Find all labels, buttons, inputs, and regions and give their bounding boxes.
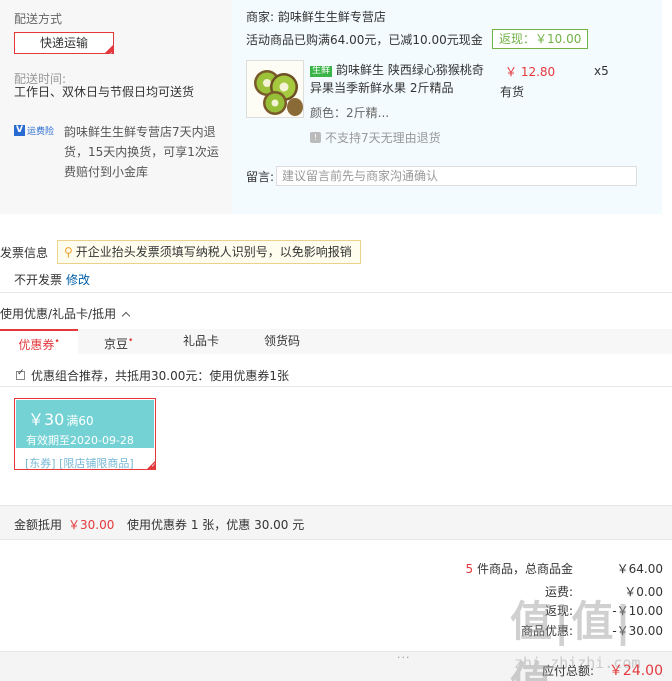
kiwi-fruit-image: [247, 61, 303, 117]
tab-coupons-dot: •: [54, 337, 60, 347]
coupon-expiry: 有效期至2020-09-28: [26, 434, 134, 447]
coupon-section-toggle[interactable]: 使用优惠/礼品卡/抵用: [0, 305, 131, 322]
product-thumbnail[interactable]: [246, 60, 304, 118]
coupon-amount-line: ￥30 满60: [28, 406, 94, 430]
item-count-suffix: 件商品，总商品金: [473, 562, 573, 576]
coupon-list: ￥30 满60 有效期至2020-09-28 [东券] [限店铺限商品]: [0, 386, 672, 504]
promo-text: 活动商品已购满64.00元，已减10.00元现金: [246, 33, 483, 47]
freight-row: 运费: ￥0.00: [363, 583, 663, 603]
chevron-up-icon: [121, 311, 131, 320]
freight-insurance-description: 韵味鲜生生鲜专营店7天内退货，15天内换货，可享1次运费赔付到小金库: [64, 125, 219, 179]
cashback-value: -￥10.00: [612, 604, 663, 618]
coupon-tags: [东券] [限店铺限商品]: [25, 457, 134, 470]
tab-gift-card[interactable]: 礼品卡: [183, 329, 219, 354]
merchant-label: 商家:: [246, 10, 275, 24]
invoice-title: 发票信息: [0, 246, 49, 260]
divider: [0, 292, 672, 293]
invoice-tip: ⚲ 开企业抬头发票须填写纳税人识别号，以免影响报销: [57, 240, 361, 264]
invoice-edit-link[interactable]: 修改: [66, 271, 90, 288]
fresh-tag: 生鲜: [310, 66, 333, 77]
coupon-condition: 满60: [66, 414, 94, 428]
freight-insurance-text: 运费险: [27, 127, 55, 137]
tab-redeem-code-label: 领货码: [264, 334, 301, 348]
goods-discount-value: -￥30.00: [612, 624, 663, 638]
express-shipping-label: 快递运输: [39, 36, 88, 50]
tab-jingdou-label: 京豆: [104, 337, 129, 351]
tab-redeem-code[interactable]: 领货码: [264, 329, 300, 354]
discount-summary-label: 金额抵用: [14, 518, 63, 532]
warning-icon: !: [310, 132, 321, 143]
discount-summary: 金额抵用 ￥30.00 使用优惠券 1 张，优惠 30.00 元: [0, 505, 672, 540]
cashback-row: 返现: -￥10.00: [363, 602, 663, 622]
product-variant: 颜色：2斤精...: [310, 106, 390, 120]
stock-status: 有货: [500, 85, 525, 99]
tab-coupons-label: 优惠券: [18, 338, 55, 352]
product-price: ￥ 12.80: [505, 65, 556, 79]
coupon-section-title: 使用优惠/礼品卡/抵用: [0, 307, 117, 321]
product-name: 韵味鲜生 陕西绿心猕猴桃奇异果当季新鲜水果 2斤精品: [310, 63, 484, 95]
merchant-name[interactable]: 韵味鲜生生鲜专营店: [278, 10, 386, 24]
discount-summary-desc: 使用优惠券 1 张，优惠 30.00 元: [127, 518, 305, 532]
message-input[interactable]: [276, 166, 637, 186]
goods-discount-row: 商品优惠: -￥30.00: [363, 622, 663, 642]
coupon-amount: ￥30: [28, 410, 65, 429]
combo-text: 优惠组合推荐，共抵用30.00元：使用优惠券1张: [31, 369, 289, 383]
payable-label: 应付总额:: [541, 664, 594, 678]
location-pin-icon: ⚲: [64, 245, 73, 259]
coupon-tabs: 优惠券• 京豆• 礼品卡 领货码: [0, 329, 672, 354]
more-dots: ...: [397, 648, 411, 661]
invoice-tip-text: 开企业抬头发票须填写纳税人识别号，以免影响报销: [75, 245, 352, 259]
product-quantity: x5: [594, 64, 609, 78]
selected-check-icon: [105, 45, 113, 65]
return-policy: ! 不支持7天无理由退货: [310, 129, 441, 146]
tab-gift-card-label: 礼品卡: [183, 334, 220, 348]
product-name-line[interactable]: 生鲜 韵味鲜生 陕西绿心猕猴桃奇异果当季新鲜水果 2斤精品: [310, 61, 485, 97]
coupon-card-header: ￥30 满60 有效期至2020-09-28: [16, 400, 154, 448]
merchant-line: 商家: 韵味鲜生生鲜专营店: [246, 8, 386, 25]
cashback-badge: 返现：￥10.00: [492, 29, 589, 49]
express-shipping-button[interactable]: 快递运输: [14, 32, 114, 65]
payable-value: ￥24.00: [608, 663, 663, 679]
freight-insurance-icon: V: [14, 125, 25, 136]
payable-bar: ... 应付总额: ￥24.00: [0, 648, 672, 681]
shipping-pane: 配送方式 快递运输 配送时间: 工作日、双休日与节假日均可送货 V 运费险 韵味…: [0, 0, 232, 214]
combo-checkbox[interactable]: [16, 368, 25, 380]
cashback-label: 返现:: [544, 604, 573, 618]
goods-total-value: ￥64.00: [616, 562, 663, 576]
coupon-combo-option[interactable]: 优惠组合推荐，共抵用30.00元：使用优惠券1张: [16, 367, 289, 384]
discount-summary-amount: ￥30.00: [68, 518, 115, 532]
goods-discount-label: 商品优惠:: [520, 624, 573, 638]
shipping-title: 配送方式: [14, 12, 63, 26]
freight-value: ￥0.00: [624, 585, 663, 599]
return-policy-text: 不支持7天无理由退货: [325, 131, 441, 145]
tab-coupons[interactable]: 优惠券•: [0, 329, 78, 354]
goods-total-row: 5 件商品，总商品金 ￥64.00: [363, 560, 663, 580]
delivery-time-value: 工作日、双休日与节假日均可送货: [14, 85, 195, 99]
tab-jingdou-dot: •: [128, 336, 134, 346]
order-item-section: 配送方式 快递运输 配送时间: 工作日、双休日与节假日均可送货 V 运费险 韵味…: [0, 0, 672, 214]
tab-jingdou[interactable]: 京豆•: [104, 329, 133, 354]
invoice-value: 不开发票: [14, 273, 63, 287]
coupon-card[interactable]: ￥30 满60 有效期至2020-09-28 [东券] [限店铺限商品]: [14, 398, 156, 470]
goods-total-label: 5 件商品，总商品金: [466, 560, 573, 577]
freight-insurance-badge: V 运费险: [14, 124, 54, 137]
selected-check-icon: [146, 460, 156, 470]
freight-label: 运费:: [544, 585, 573, 599]
message-label: 留言:: [246, 170, 275, 184]
